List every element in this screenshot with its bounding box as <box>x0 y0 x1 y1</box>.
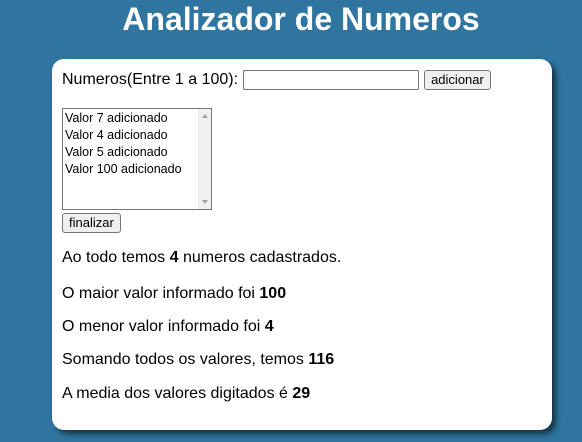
result-max-prefix: O maior valor informado foi <box>62 285 260 302</box>
list-item[interactable]: Valor 7 adicionado <box>65 110 197 127</box>
number-label: Numeros(Entre 1 a 100): <box>62 71 239 88</box>
list-item[interactable]: Valor 4 adicionado <box>65 127 197 144</box>
analyzer-panel: Numeros(Entre 1 a 100): adicionar Valor … <box>52 59 552 430</box>
list-item[interactable]: Valor 5 adicionado <box>65 144 197 161</box>
result-count-suffix: numeros cadastrados. <box>178 249 342 266</box>
scroll-down-arrow-icon[interactable] <box>202 200 208 204</box>
result-min: O menor valor informado foi 4 <box>62 317 542 337</box>
number-input-row: Numeros(Entre 1 a 100): adicionar <box>62 69 491 91</box>
result-count-prefix: Ao todo temos <box>62 249 170 266</box>
result-count-value: 4 <box>169 249 179 266</box>
add-button[interactable]: adicionar <box>424 70 491 90</box>
result-sum: Somando todos os valores, temos 116 <box>62 350 542 370</box>
listbox-scrollbar[interactable] <box>198 109 211 209</box>
scroll-up-arrow-icon[interactable] <box>202 114 208 118</box>
result-max: O maior valor informado foi 100 <box>62 284 542 304</box>
page-title: Analizador de Numeros <box>122 1 480 37</box>
result-sum-prefix: Somando todos os valores, temos <box>62 351 309 368</box>
values-listbox[interactable]: Valor 7 adicionado Valor 4 adicionado Va… <box>62 108 212 210</box>
result-sum-value: 116 <box>308 351 335 368</box>
finish-button[interactable]: finalizar <box>62 213 121 233</box>
result-min-prefix: O menor valor informado foi <box>62 318 265 335</box>
listbox-items: Valor 7 adicionado Valor 4 adicionado Va… <box>65 110 197 178</box>
result-max-value: 100 <box>259 285 287 302</box>
result-average: A media dos valores digitados é 29 <box>62 384 542 404</box>
result-average-prefix: A media dos valores digitados é <box>62 385 293 402</box>
result-average-value: 29 <box>292 385 311 402</box>
result-min-value: 4 <box>264 318 274 335</box>
list-item[interactable]: Valor 100 adicionado <box>65 161 197 178</box>
number-input[interactable] <box>243 70 420 90</box>
result-count: Ao todo temos 4 numeros cadastrados. <box>62 248 542 268</box>
